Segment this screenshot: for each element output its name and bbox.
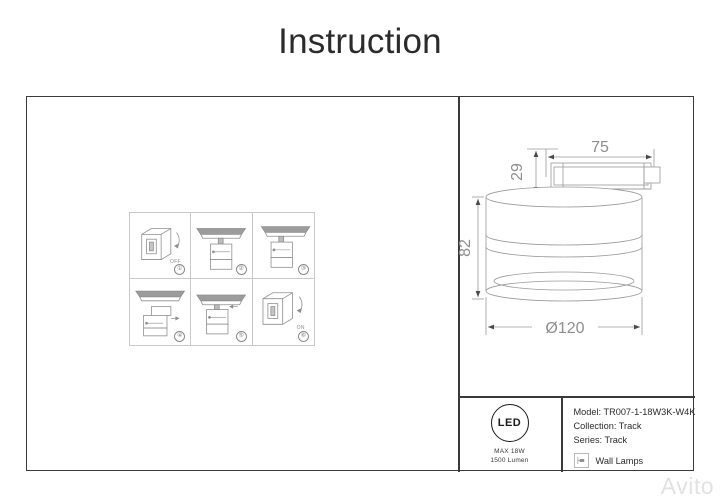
step-number-5: ⑤ xyxy=(235,331,247,342)
instruction-frame: OFF ① ② ③ ④ ⑤ ON ⑥ 75 29 82 Ø120 LED MAX… xyxy=(26,96,695,472)
led-mark: LED xyxy=(490,403,529,442)
product-model: Model: TR007-1-18W3K-W4K xyxy=(573,407,696,417)
step-cell-6: ON ⑥ xyxy=(253,279,314,345)
product-info: Model: TR007-1-18W3K-W4K Collection: Tra… xyxy=(563,396,695,472)
product-category-row: Wall Lamps xyxy=(573,453,695,468)
step-cell-5: ⑤ xyxy=(191,279,253,345)
technical-drawing: 75 29 82 Ø120 xyxy=(458,97,695,396)
lamp-dimension-drawing: 75 29 82 Ø120 xyxy=(458,139,661,337)
dimension-height-29: 29 xyxy=(509,163,526,181)
wall-lamp-icon xyxy=(573,453,589,468)
led-badge: LED MAX 18W 1500 Lumen xyxy=(458,396,561,472)
product-collection: Collection: Track xyxy=(573,421,642,431)
dimension-width-75: 75 xyxy=(591,139,609,156)
product-series: Series: Track xyxy=(573,435,628,445)
step-cell-4: ④ xyxy=(130,279,192,345)
step-cell-3: ③ xyxy=(252,213,314,279)
dimension-height-82: 82 xyxy=(458,239,474,257)
watermark: Avito xyxy=(660,473,714,499)
led-specs: MAX 18W 1500 Lumen xyxy=(490,447,528,465)
step-cell-2: ② xyxy=(191,213,253,279)
instruction-steps-grid: OFF ① ② ③ ④ ⑤ ON ⑥ xyxy=(129,212,315,346)
step-cell-1: OFF ① xyxy=(130,213,192,279)
wall-lamp-glyph xyxy=(577,456,584,465)
step-number-6: ⑥ xyxy=(297,331,309,342)
step-number-3: ③ xyxy=(297,264,309,275)
product-category-label: Wall Lamps xyxy=(595,455,644,466)
dimension-diameter-120: Ø120 xyxy=(545,320,584,337)
led-lumen: 1500 Lumen xyxy=(490,456,529,464)
instruction-sheet: Instruction OFF ① ② ③ ④ ⑤ ON ⑥ 75 29 82 … xyxy=(0,0,720,504)
step-number-2: ② xyxy=(235,264,247,275)
page-title: Instruction xyxy=(278,22,442,61)
led-max-power: MAX 18W xyxy=(494,447,525,455)
